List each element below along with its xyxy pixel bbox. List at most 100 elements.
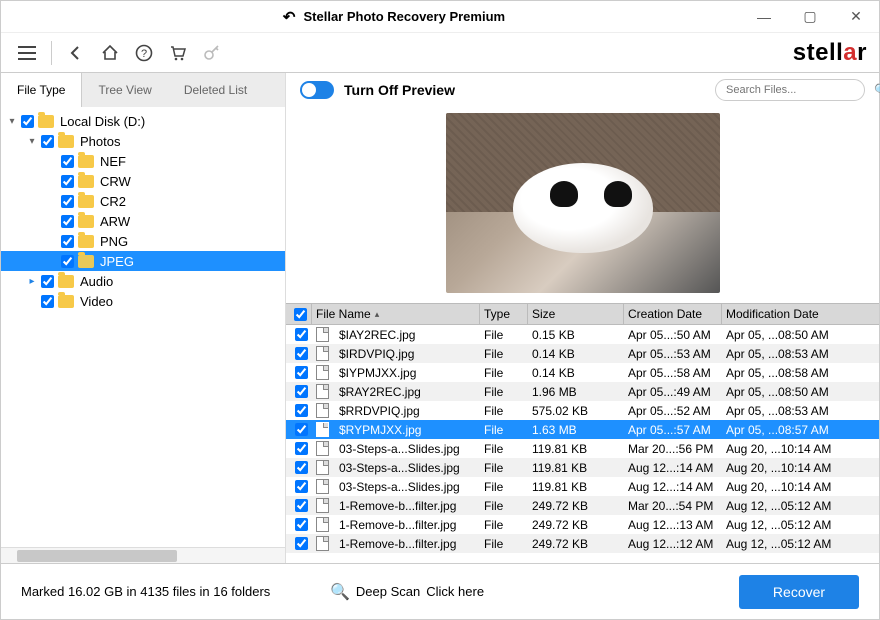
tab-tree-view[interactable]: Tree View	[82, 73, 167, 107]
recover-button[interactable]: Recover	[739, 575, 859, 609]
header-filename[interactable]: File Name▴	[312, 304, 480, 324]
cell-size: 575.02 KB	[528, 404, 624, 418]
minimize-button[interactable]: ―	[741, 1, 787, 33]
cell-size: 0.14 KB	[528, 366, 624, 380]
file-icon	[316, 498, 329, 513]
tree-h-scrollbar[interactable]	[1, 547, 285, 563]
cell-filename: $IAY2REC.jpg	[312, 327, 480, 342]
cell-filename: 1-Remove-b...filter.jpg	[312, 517, 480, 532]
row-checkbox[interactable]	[286, 347, 312, 360]
tree-checkbox[interactable]	[41, 275, 54, 288]
tree-item-cr2[interactable]: CR2	[1, 191, 285, 211]
tree-checkbox[interactable]	[61, 195, 74, 208]
maximize-button[interactable]: ▢	[787, 1, 833, 33]
search-box[interactable]: 🔍	[715, 79, 865, 101]
tree-checkbox[interactable]	[61, 255, 74, 268]
preview-toggle[interactable]	[300, 81, 334, 99]
tree-checkbox[interactable]	[61, 215, 74, 228]
row-checkbox[interactable]	[286, 499, 312, 512]
back-button[interactable]	[62, 39, 90, 67]
row-checkbox[interactable]	[286, 328, 312, 341]
header-size[interactable]: Size	[528, 304, 624, 324]
tree-checkbox[interactable]	[41, 135, 54, 148]
tree-item-photos[interactable]: ▾Photos	[1, 131, 285, 151]
table-row[interactable]: 1-Remove-b...filter.jpgFile249.72 KBAug …	[286, 534, 879, 553]
header-modification-date[interactable]: Modification Date	[722, 304, 879, 324]
deep-scan-link[interactable]: Click here	[426, 584, 484, 599]
tree-item-label: Local Disk (D:)	[60, 114, 145, 129]
row-checkbox[interactable]	[286, 385, 312, 398]
cell-size: 1.96 MB	[528, 385, 624, 399]
row-checkbox[interactable]	[286, 423, 312, 436]
tree-item-label: CRW	[100, 174, 131, 189]
cell-creation-date: Aug 12...:12 AM	[624, 537, 722, 551]
table-row[interactable]: $RYPMJXX.jpgFile1.63 MBApr 05...:57 AMAp…	[286, 420, 879, 439]
tree-item-local-disk-d-[interactable]: ▾ Local Disk (D:)	[1, 111, 285, 131]
row-checkbox[interactable]	[286, 442, 312, 455]
cell-size: 249.72 KB	[528, 499, 624, 513]
cell-size: 119.81 KB	[528, 480, 624, 494]
key-button[interactable]	[198, 39, 226, 67]
table-row[interactable]: $IRDVPIQ.jpgFile0.14 KBApr 05...:53 AMAp…	[286, 344, 879, 363]
cell-creation-date: Apr 05...:49 AM	[624, 385, 722, 399]
row-checkbox[interactable]	[286, 404, 312, 417]
folder-icon	[78, 175, 94, 188]
cell-filename: 1-Remove-b...filter.jpg	[312, 498, 480, 513]
tree-item-crw[interactable]: CRW	[1, 171, 285, 191]
tree-checkbox[interactable]	[61, 235, 74, 248]
menu-icon[interactable]	[13, 39, 41, 67]
tree-checkbox[interactable]	[61, 155, 74, 168]
help-button[interactable]: ?	[130, 39, 158, 67]
table-row[interactable]: $IAY2REC.jpgFile0.15 KBApr 05...:50 AMAp…	[286, 325, 879, 344]
right-panel: Turn Off Preview 🔍 File Name▴ Type Size …	[286, 73, 879, 563]
table-row[interactable]: 03-Steps-a...Slides.jpgFile119.81 KBAug …	[286, 458, 879, 477]
sort-asc-icon: ▴	[375, 309, 380, 320]
grid-body[interactable]: $IAY2REC.jpgFile0.15 KBApr 05...:50 AMAp…	[286, 325, 879, 563]
cell-modification-date: Apr 05, ...08:53 AM	[722, 347, 879, 361]
file-icon	[316, 365, 329, 380]
cart-button[interactable]	[164, 39, 192, 67]
tree-view[interactable]: ▾ Local Disk (D:) ▾Photos NEF CRW CR2ARW PNG JP…	[1, 107, 285, 547]
tree-item-label: Audio	[80, 274, 113, 289]
tree-item-nef[interactable]: NEF	[1, 151, 285, 171]
expand-caret-icon[interactable]: ▾	[25, 136, 39, 147]
tree-item-label: PNG	[100, 234, 128, 249]
tree-item-video[interactable]: Video	[1, 291, 285, 311]
tree-item-audio[interactable]: ▸ Audio	[1, 271, 285, 291]
search-input[interactable]	[726, 84, 868, 96]
header-creation-date[interactable]: Creation Date	[624, 304, 722, 324]
close-button[interactable]: ✕	[833, 1, 879, 33]
table-row[interactable]: $RRDVPIQ.jpgFile575.02 KBApr 05...:52 AM…	[286, 401, 879, 420]
tree-item-png[interactable]: PNG	[1, 231, 285, 251]
table-row[interactable]: 1-Remove-b...filter.jpgFile249.72 KBMar …	[286, 496, 879, 515]
tab-file-type[interactable]: File Type	[1, 73, 82, 107]
toolbar: ? stellar	[1, 33, 879, 73]
expand-caret-icon[interactable]: ▾	[5, 116, 19, 127]
table-row[interactable]: 03-Steps-a...Slides.jpgFile119.81 KBAug …	[286, 477, 879, 496]
header-checkbox[interactable]	[286, 304, 312, 324]
tree-checkbox[interactable]	[21, 115, 34, 128]
table-row[interactable]: 03-Steps-a...Slides.jpgFile119.81 KBMar …	[286, 439, 879, 458]
row-checkbox[interactable]	[286, 518, 312, 531]
cell-type: File	[480, 442, 528, 456]
header-type[interactable]: Type	[480, 304, 528, 324]
cell-type: File	[480, 366, 528, 380]
home-button[interactable]	[96, 39, 124, 67]
tree-item-arw[interactable]: ARW	[1, 211, 285, 231]
row-checkbox[interactable]	[286, 537, 312, 550]
file-grid: File Name▴ Type Size Creation Date Modif…	[286, 303, 879, 563]
tree-item-jpeg[interactable]: JPEG	[1, 251, 285, 271]
expand-caret-icon[interactable]: ▸	[25, 276, 39, 287]
table-row[interactable]: $RAY2REC.jpgFile1.96 MBApr 05...:49 AMAp…	[286, 382, 879, 401]
table-row[interactable]: $IYPMJXX.jpgFile0.14 KBApr 05...:58 AMAp…	[286, 363, 879, 382]
row-checkbox[interactable]	[286, 480, 312, 493]
tree-checkbox[interactable]	[41, 295, 54, 308]
table-row[interactable]: 1-Remove-b...filter.jpgFile249.72 KBAug …	[286, 515, 879, 534]
row-checkbox[interactable]	[286, 461, 312, 474]
row-checkbox[interactable]	[286, 366, 312, 379]
tab-deleted-list[interactable]: Deleted List	[168, 73, 263, 107]
tree-checkbox[interactable]	[61, 175, 74, 188]
cell-creation-date: Apr 05...:57 AM	[624, 423, 722, 437]
cell-modification-date: Apr 05, ...08:57 AM	[722, 423, 879, 437]
tree-item-label: NEF	[100, 154, 126, 169]
